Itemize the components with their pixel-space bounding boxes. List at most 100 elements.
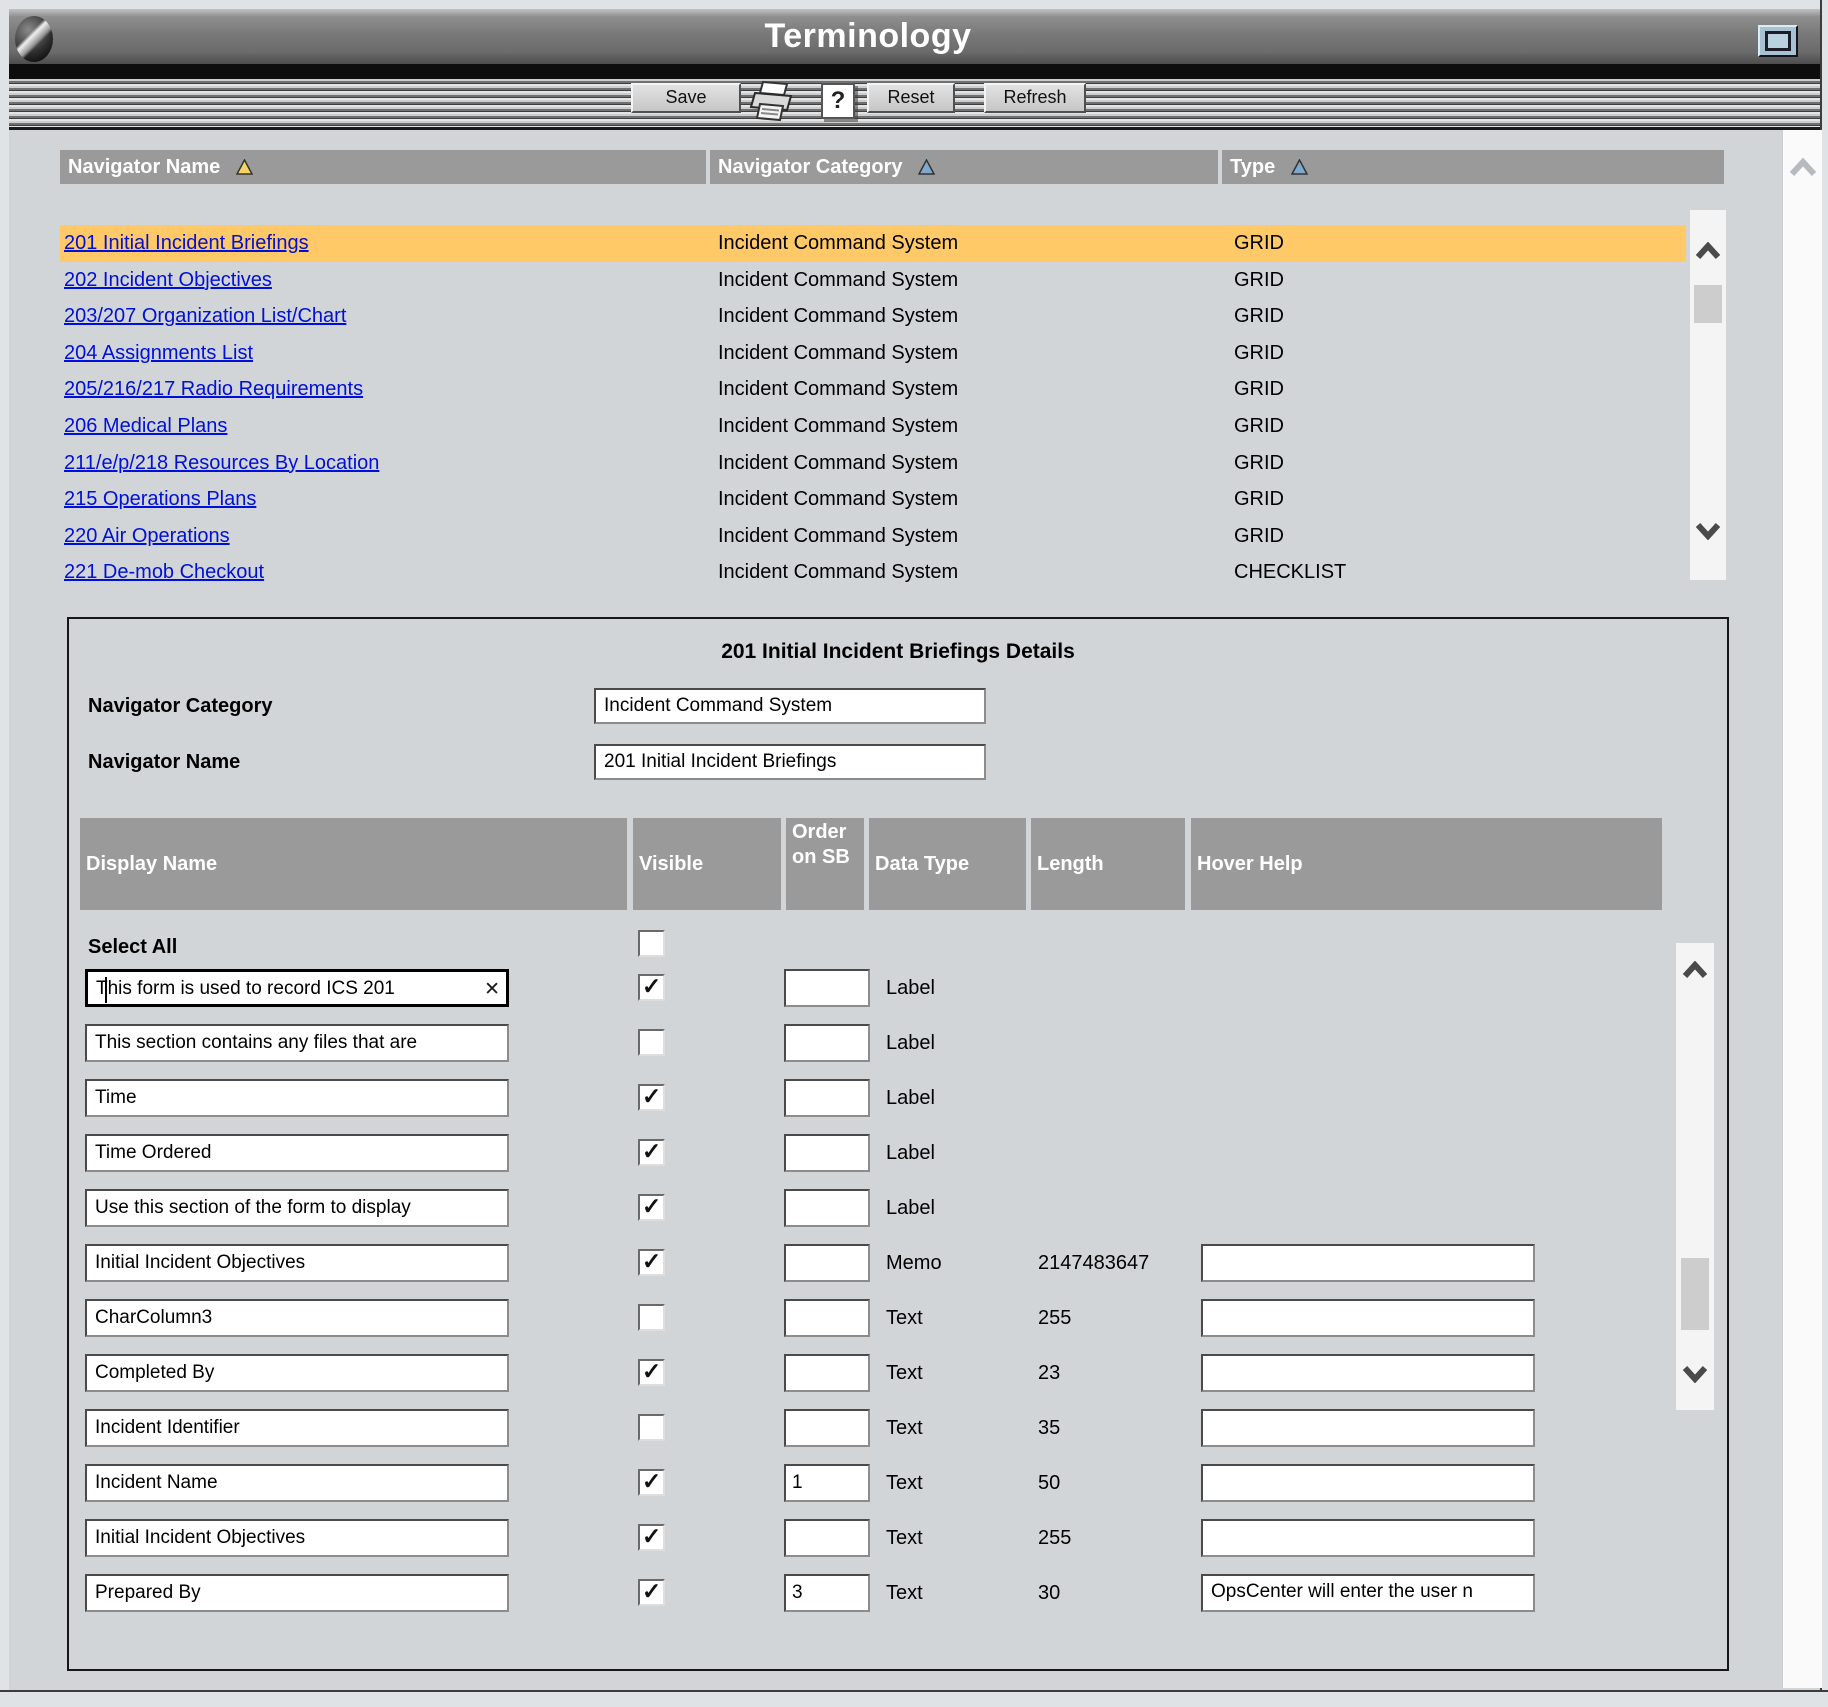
maximize-button[interactable] <box>1758 25 1798 57</box>
visible-checkbox[interactable] <box>638 1579 665 1606</box>
display-name-value: Time Ordered <box>87 1136 507 1170</box>
column-header-label: Type <box>1230 156 1275 178</box>
navigator-name-input[interactable]: 201 Initial Incident Briefings <box>594 744 986 780</box>
scroll-up-icon[interactable] <box>1783 158 1822 183</box>
hover-help-input[interactable] <box>1201 1244 1535 1282</box>
navigator-name-link[interactable]: 202 Incident Objectives <box>64 269 272 291</box>
column-header-navigator-category[interactable]: Navigator Category <box>710 150 1218 184</box>
visible-checkbox[interactable] <box>638 1469 665 1496</box>
column-header-navigator-name[interactable]: Navigator Name <box>60 150 706 184</box>
hover-help-input[interactable] <box>1201 1519 1535 1557</box>
table-row: 201 Initial Incident BriefingsIncident C… <box>60 225 1686 262</box>
navigator-name-link[interactable]: 206 Medical Plans <box>64 415 227 437</box>
order-on-sb-input[interactable] <box>784 1244 870 1282</box>
order-on-sb-input[interactable] <box>784 1024 870 1062</box>
display-name-input[interactable]: Prepared By <box>85 1574 509 1612</box>
data-type-value: Label <box>886 969 935 1007</box>
navigator-name-link[interactable]: 201 Initial Incident Briefings <box>64 232 309 254</box>
navigator-category-cell: Incident Command System <box>708 262 1220 299</box>
select-all-checkbox[interactable] <box>638 930 665 957</box>
navigator-category-cell: Incident Command System <box>708 481 1220 518</box>
window-frame-bottom <box>0 1690 1828 1707</box>
refresh-button[interactable]: Refresh <box>984 83 1086 113</box>
scrollbar-thumb[interactable] <box>1694 285 1722 323</box>
navigator-type-cell: GRID <box>1220 481 1674 518</box>
navigator-category-input[interactable]: Incident Command System <box>594 688 986 724</box>
visible-checkbox[interactable] <box>638 1414 665 1441</box>
clear-input-icon[interactable]: ✕ <box>484 978 500 1001</box>
visible-checkbox[interactable] <box>638 974 665 1001</box>
order-on-sb-input[interactable] <box>784 1134 870 1172</box>
display-name-input[interactable]: This form is used to record ICS 201✕ <box>85 969 509 1007</box>
order-on-sb-input[interactable]: 1 <box>784 1464 870 1502</box>
order-on-sb-input[interactable]: 3 <box>784 1574 870 1612</box>
order-on-sb-input[interactable] <box>784 1079 870 1117</box>
visible-checkbox[interactable] <box>638 1194 665 1221</box>
navigator-name-link[interactable]: 205/216/217 Radio Requirements <box>64 378 363 400</box>
page-scrollbar[interactable] <box>1782 130 1822 1688</box>
table-row: 202 Incident Objectives Incident Command … <box>60 262 1686 299</box>
visible-checkbox[interactable] <box>638 1359 665 1386</box>
display-name-value: CharColumn3 <box>87 1301 507 1335</box>
details-table-scrollbar[interactable] <box>1676 943 1714 1410</box>
column-header-display-name: Display Name <box>80 818 627 910</box>
data-type-value: Text <box>886 1354 923 1392</box>
hover-help-input[interactable] <box>1201 1354 1535 1392</box>
display-name-input[interactable]: Incident Identifier <box>85 1409 509 1447</box>
display-name-input[interactable]: Use this section of the form to display <box>85 1189 509 1227</box>
display-name-input[interactable]: Incident Name <box>85 1464 509 1502</box>
visible-checkbox[interactable] <box>638 1029 665 1056</box>
display-name-input[interactable]: This section contains any files that are <box>85 1024 509 1062</box>
navigator-name-cell: 221 De-mob Checkout <box>60 554 708 591</box>
display-name-input[interactable]: Initial Incident Objectives <box>85 1519 509 1557</box>
table-row: Completed ByText23 <box>0 1354 1729 1392</box>
scroll-down-icon[interactable] <box>1690 522 1726 545</box>
column-header-type[interactable]: Type <box>1222 150 1724 184</box>
column-header-label: Navigator Name <box>68 156 220 178</box>
order-on-sb-input[interactable] <box>784 1299 870 1337</box>
display-name-value: This form is used to record ICS 201 <box>88 972 506 1006</box>
display-name-input[interactable]: Time <box>85 1079 509 1117</box>
order-on-sb-input[interactable] <box>784 1354 870 1392</box>
scrollbar-thumb[interactable] <box>1681 1258 1709 1330</box>
display-name-input[interactable]: Time Ordered <box>85 1134 509 1172</box>
hover-help-input[interactable] <box>1201 1464 1535 1502</box>
navigator-name-link[interactable]: 211/e/p/218 Resources By Location <box>64 452 379 474</box>
navigator-name-link[interactable]: 215 Operations Plans <box>64 488 256 510</box>
visible-checkbox[interactable] <box>638 1084 665 1111</box>
table-row: 206 Medical PlansIncident Command System… <box>60 408 1686 445</box>
data-type-value: Text <box>886 1519 923 1557</box>
navigator-name-link[interactable]: 220 Air Operations <box>64 525 230 547</box>
navigator-name-link[interactable]: 221 De-mob Checkout <box>64 561 264 583</box>
data-type-value: Label <box>886 1079 935 1117</box>
visible-checkbox[interactable] <box>638 1524 665 1551</box>
hover-help-input[interactable]: OpsCenter will enter the user n <box>1201 1574 1535 1612</box>
display-name-input[interactable]: CharColumn3 <box>85 1299 509 1337</box>
navigator-name-link[interactable]: 204 Assignments List <box>64 342 253 364</box>
visible-checkbox[interactable] <box>638 1139 665 1166</box>
order-on-sb-input[interactable] <box>784 969 870 1007</box>
navigator-name-link[interactable]: 203/207 Organization List/Chart <box>64 305 346 327</box>
table-row: 205/216/217 Radio RequirementsIncident C… <box>60 371 1686 408</box>
scroll-up-icon[interactable] <box>1676 961 1714 984</box>
print-button[interactable] <box>747 80 799 129</box>
display-name-input[interactable]: Initial Incident Objectives <box>85 1244 509 1282</box>
title-separator <box>9 64 1820 79</box>
visible-checkbox[interactable] <box>638 1304 665 1331</box>
order-on-sb-input[interactable] <box>784 1519 870 1557</box>
hover-help-input[interactable] <box>1201 1299 1535 1337</box>
navigator-type-cell: GRID <box>1220 371 1674 408</box>
navigator-table-scrollbar[interactable] <box>1690 210 1726 580</box>
table-row: This form is used to record ICS 201✕ Labe… <box>0 969 1729 1007</box>
display-name-input[interactable]: Completed By <box>85 1354 509 1392</box>
reset-button[interactable]: Reset <box>867 83 955 113</box>
order-on-sb-input[interactable] <box>784 1189 870 1227</box>
length-value: 30 <box>1038 1574 1060 1612</box>
save-button[interactable]: Save <box>631 83 741 113</box>
scroll-up-icon[interactable] <box>1690 242 1726 265</box>
visible-checkbox[interactable] <box>638 1249 665 1276</box>
help-button[interactable]: ? <box>821 83 855 119</box>
hover-help-input[interactable] <box>1201 1409 1535 1447</box>
scroll-down-icon[interactable] <box>1676 1365 1714 1388</box>
order-on-sb-input[interactable] <box>784 1409 870 1447</box>
